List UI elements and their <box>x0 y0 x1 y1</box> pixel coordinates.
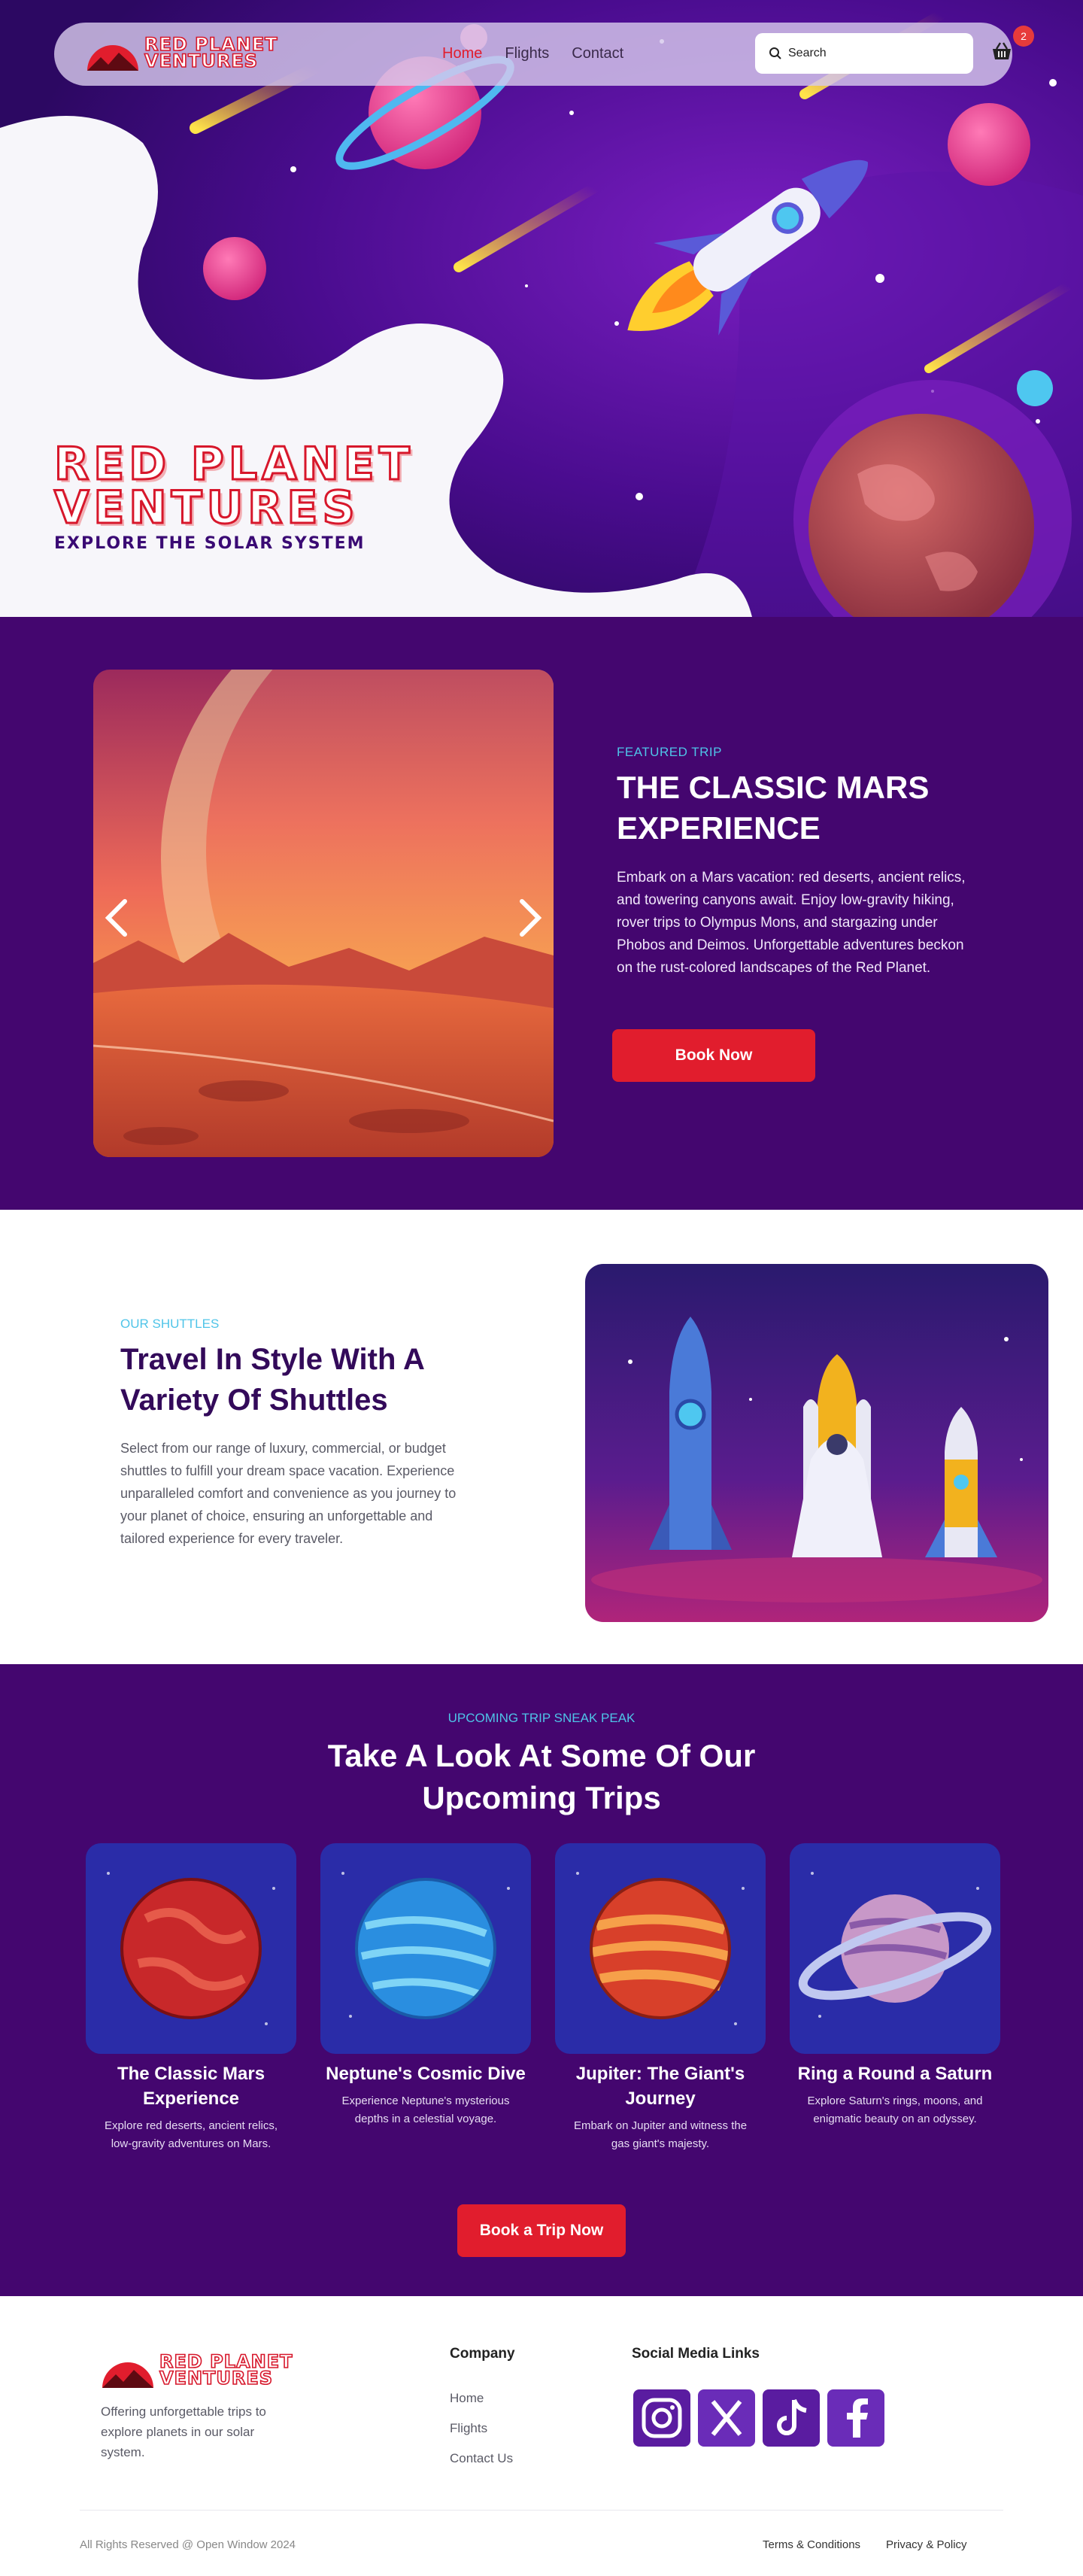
carousel-prev-arrow-icon[interactable] <box>99 895 137 940</box>
instagram-icon[interactable] <box>633 2389 690 2447</box>
featured-description: Embark on a Mars vacation: red deserts, … <box>617 870 966 976</box>
mars-planet-image <box>86 1843 296 2054</box>
featured-trip-section: FEATURED TRIP THE CLASSIC MARS EXPERIENC… <box>0 617 1083 1210</box>
footer-link-home[interactable]: Home <box>450 2391 484 2406</box>
nav-link-home[interactable]: Home <box>442 45 482 62</box>
trip-card-title: Neptune's Cosmic Dive <box>326 2064 526 2084</box>
trip-card-text: Explore red deserts, ancient relics, low… <box>104 2119 278 2150</box>
footer-brand-line-2: VENTURES <box>159 2368 274 2389</box>
footer-brand-wordmark: RED PLANET VENTURES <box>159 2352 293 2389</box>
trip-card-title: Ring a Round a Saturn <box>797 2064 993 2084</box>
shuttles-image <box>585 1264 1048 1622</box>
copyright-text: All Rights Reserved @ Open Window 2024 <box>80 2538 296 2551</box>
trip-card[interactable]: Neptune's Cosmic Dive Experience Neptune… <box>320 1843 531 2128</box>
trips-eyebrow: UPCOMING TRIP SNEAK PEAK <box>447 1711 636 1725</box>
book-trip-now-button[interactable]: Book a Trip Now <box>457 2204 626 2257</box>
footer-brand-logo[interactable]: RED PLANET VENTURES <box>99 2350 293 2389</box>
trip-card-title: The Classic Mars Experience <box>117 2064 265 2109</box>
footer-link-flights[interactable]: Flights <box>450 2421 487 2436</box>
hero-title: RED PLANET VENTURES <box>53 438 414 534</box>
nav-link-flights[interactable]: Flights <box>505 45 549 62</box>
book-now-button[interactable]: Book Now <box>612 1029 815 1082</box>
site-footer: RED PLANET VENTURES Offering unforgettab… <box>0 2296 1083 2576</box>
footer-divider <box>80 2510 1003 2511</box>
trip-card[interactable]: Jupiter: The Giant's Journey Embark on J… <box>555 1843 766 2153</box>
x-icon[interactable] <box>698 2389 755 2447</box>
footer-description: Offering unforgettable trips to explore … <box>101 2404 266 2459</box>
hero-title-line-1: RED PLANET <box>53 438 414 491</box>
trip-card-text: Embark on Jupiter and witness the gas gi… <box>573 2119 748 2150</box>
trip-card-text: Experience Neptune's mysterious depths i… <box>341 2095 510 2125</box>
brand-wordmark: RED PLANET VENTURES <box>144 35 278 71</box>
brand-line-2: VENTURES <box>144 50 259 71</box>
shopping-basket-icon[interactable] <box>987 36 1017 66</box>
trip-card[interactable]: Ring a Round a Saturn Explore Saturn's r… <box>790 1843 1000 2128</box>
shuttles-section: OUR SHUTTLES Travel In Style With A Vari… <box>0 1210 1083 1664</box>
terms-link[interactable]: Terms & Conditions <box>763 2538 860 2551</box>
nav-links: Home Flights Contact <box>442 45 623 62</box>
trips-title: Take A Look At Some Of Our Upcoming Trip… <box>327 1738 756 1815</box>
upcoming-trips-section: UPCOMING TRIP SNEAK PEAK Take A Look At … <box>0 1664 1083 2296</box>
privacy-link[interactable]: Privacy & Policy <box>886 2538 967 2551</box>
trip-card-title: Jupiter: The Giant's Journey <box>575 2064 745 2109</box>
shuttles-title: Travel In Style With A Variety Of Shuttl… <box>120 1343 424 1417</box>
jupiter-planet-image <box>555 1843 766 2054</box>
nav-link-contact[interactable]: Contact <box>572 45 623 62</box>
company-heading: Company <box>450 2346 515 2362</box>
footer-link-contact-us[interactable]: Contact Us <box>450 2451 513 2466</box>
saturn-planet-image <box>790 1843 1000 2054</box>
red-planet-logo-icon <box>102 2362 153 2388</box>
hero-section: RED PLANET VENTURES Home Flights Contact… <box>0 0 1083 617</box>
search-input[interactable] <box>788 47 916 60</box>
tiktok-icon[interactable] <box>763 2389 820 2447</box>
trip-card-text: Explore Saturn's rings, moons, and enigm… <box>807 2095 983 2125</box>
brand-logo[interactable]: RED PLANET VENTURES <box>84 33 278 72</box>
facebook-icon[interactable] <box>827 2389 884 2447</box>
top-navbar: RED PLANET VENTURES Home Flights Contact… <box>54 23 1034 86</box>
search-box <box>755 33 973 74</box>
shuttles-eyebrow: OUR SHUTTLES <box>120 1317 220 1331</box>
hero-subtitle: EXPLORE THE SOLAR SYSTEM <box>54 534 366 553</box>
featured-mars-image <box>93 670 554 1157</box>
red-planet-logo-icon <box>87 45 138 71</box>
featured-eyebrow: FEATURED TRIP <box>617 745 722 759</box>
page: RED PLANET VENTURES Home Flights Contact… <box>0 0 1083 2576</box>
neptune-planet-image <box>320 1843 531 2054</box>
carousel-next-arrow-icon[interactable] <box>510 895 548 940</box>
search-icon <box>769 47 781 59</box>
cart-count-badge: 2 <box>1013 26 1034 47</box>
featured-title: THE CLASSIC MARS EXPERIENCE <box>617 770 930 846</box>
social-heading: Social Media Links <box>632 2346 760 2362</box>
hero-title-line-2: VENTURES <box>53 481 359 534</box>
shuttles-description: Select from our range of luxury, commerc… <box>120 1441 457 1546</box>
trip-card[interactable]: The Classic Mars Experience Explore red … <box>86 1843 296 2153</box>
